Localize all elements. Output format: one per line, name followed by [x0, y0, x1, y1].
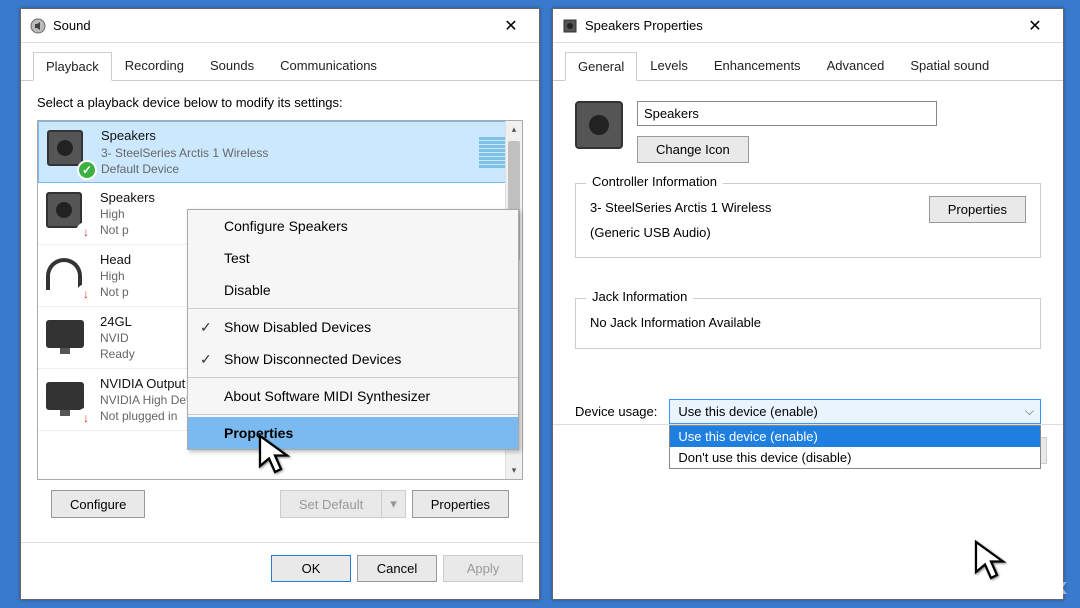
ctx-show-disabled[interactable]: Show Disabled Devices [188, 311, 518, 343]
scroll-up-icon[interactable]: ▴ [506, 121, 522, 138]
device-status: Default Device [101, 161, 479, 177]
configure-button[interactable]: Configure [51, 490, 145, 518]
controller-driver: (Generic USB Audio) [590, 221, 771, 246]
playback-instruction: Select a playback device below to modify… [37, 95, 523, 110]
usage-option-disable[interactable]: Don't use this device (disable) [670, 447, 1040, 468]
usage-option-enable[interactable]: Use this device (enable) [670, 426, 1040, 447]
sound-title: Sound [53, 18, 491, 33]
controller-info-group: Controller Information 3- SteelSeries Ar… [575, 183, 1041, 258]
default-badge-icon: ✓ [77, 160, 97, 180]
monitor-icon [46, 316, 90, 360]
ctx-separator [188, 377, 518, 378]
change-icon-button[interactable]: Change Icon [637, 136, 749, 163]
device-usage-dropdown: Use this device (enable) Don't use this … [669, 425, 1041, 469]
ctx-test[interactable]: Test [188, 242, 518, 274]
tab-spatial-sound[interactable]: Spatial sound [897, 51, 1002, 80]
device-usage-combo[interactable]: Use this device (enable) Use this device… [669, 399, 1041, 424]
device-name: Speakers [101, 127, 479, 145]
device-context-menu: Configure Speakers Test Disable Show Dis… [187, 209, 519, 450]
device-properties-button[interactable]: Properties [412, 490, 509, 518]
props-tabs: General Levels Enhancements Advanced Spa… [553, 43, 1063, 81]
cancel-button[interactable]: Cancel [357, 555, 437, 582]
set-default-dropdown[interactable]: ▾ [382, 490, 406, 518]
vu-meter-icon [479, 137, 507, 168]
speaker-icon [561, 17, 579, 35]
ctx-show-disconnected[interactable]: Show Disconnected Devices [188, 343, 518, 375]
tab-levels[interactable]: Levels [637, 51, 701, 80]
speaker-icon: ✓ [47, 130, 91, 174]
speaker-icon [46, 192, 90, 236]
jack-info-group: Jack Information No Jack Information Ava… [575, 298, 1041, 349]
apply-button[interactable]: Apply [443, 555, 523, 582]
jack-legend: Jack Information [586, 289, 693, 304]
unplugged-badge-icon [76, 222, 96, 242]
tab-enhancements[interactable]: Enhancements [701, 51, 814, 80]
device-desc: 3- SteelSeries Arctis 1 Wireless [101, 145, 479, 161]
headphone-icon [46, 254, 90, 298]
list-footer-buttons: Configure Set Default ▾ Properties [37, 480, 523, 528]
sound-icon [29, 17, 47, 35]
sound-dialog: Sound ✕ Playback Recording Sounds Commun… [20, 8, 540, 600]
ctx-disable[interactable]: Disable [188, 274, 518, 306]
tab-recording[interactable]: Recording [112, 51, 197, 80]
tab-playback[interactable]: Playback [33, 52, 112, 81]
ctx-separator [188, 414, 518, 415]
props-title: Speakers Properties [585, 18, 1015, 33]
sound-close-button[interactable]: ✕ [491, 12, 531, 40]
ok-button[interactable]: OK [271, 555, 351, 582]
props-titlebar[interactable]: Speakers Properties ✕ [553, 9, 1063, 43]
sound-tabs: Playback Recording Sounds Communications [21, 43, 539, 81]
tab-general[interactable]: General [565, 52, 637, 81]
device-item[interactable]: ✓ Speakers 3- SteelSeries Arctis 1 Wirel… [38, 121, 522, 183]
sound-titlebar[interactable]: Sound ✕ [21, 9, 539, 43]
props-body: Change Icon Controller Information 3- St… [553, 81, 1063, 349]
ctx-separator [188, 308, 518, 309]
controller-legend: Controller Information [586, 174, 723, 189]
unplugged-badge-icon [76, 284, 96, 304]
scroll-down-icon[interactable]: ▾ [506, 462, 522, 479]
device-usage-row: Device usage: Use this device (enable) U… [553, 399, 1063, 424]
ctx-about-midi[interactable]: About Software MIDI Synthesizer [188, 380, 518, 412]
device-usage-value[interactable]: Use this device (enable) [669, 399, 1041, 424]
controller-name: 3- SteelSeries Arctis 1 Wireless [590, 196, 771, 221]
jack-text: No Jack Information Available [590, 311, 1026, 336]
device-name-input[interactable] [637, 101, 937, 126]
controller-properties-button[interactable]: Properties [929, 196, 1026, 223]
unplugged-badge-icon [76, 408, 96, 428]
ctx-configure-speakers[interactable]: Configure Speakers [188, 210, 518, 242]
props-close-button[interactable]: ✕ [1015, 12, 1055, 40]
speakers-properties-dialog: Speakers Properties ✕ General Levels Enh… [552, 8, 1064, 600]
cursor-icon [973, 539, 1009, 579]
cursor-icon [257, 433, 293, 473]
ctx-properties[interactable]: Properties [188, 417, 518, 449]
tab-sounds[interactable]: Sounds [197, 51, 267, 80]
tab-communications[interactable]: Communications [267, 51, 390, 80]
speaker-large-icon [575, 101, 623, 149]
device-name: Speakers [100, 189, 514, 207]
tab-advanced[interactable]: Advanced [814, 51, 898, 80]
monitor-icon [46, 378, 90, 422]
device-header: Change Icon [575, 101, 1041, 163]
sound-dialog-buttons: OK Cancel Apply [21, 542, 539, 594]
set-default-button[interactable]: Set Default [280, 490, 382, 518]
device-usage-label: Device usage: [575, 404, 657, 419]
